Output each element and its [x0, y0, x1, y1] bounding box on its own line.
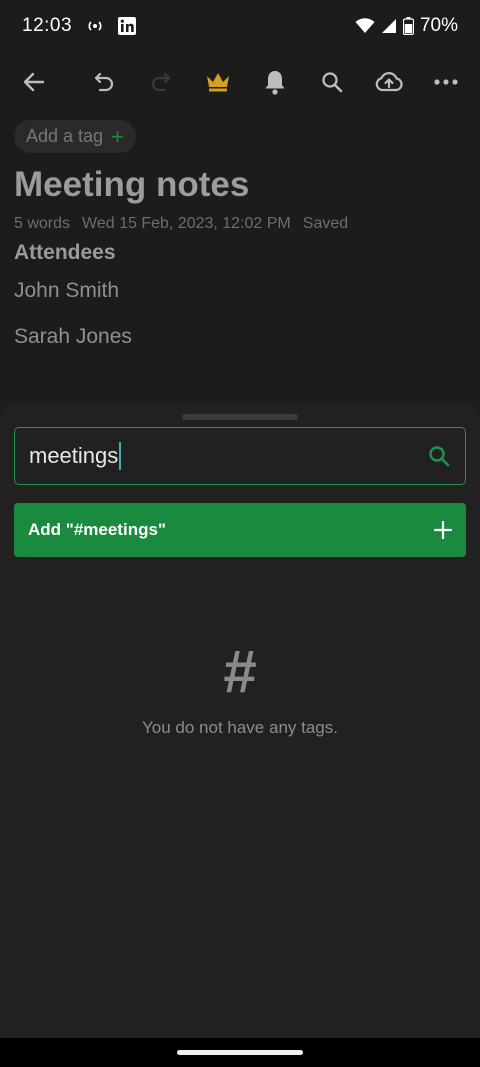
more-icon	[434, 79, 458, 85]
note-date: Wed 15 Feb, 2023, 12:02 PM	[82, 215, 291, 232]
status-right: 70%	[355, 15, 458, 37]
plus-icon	[434, 521, 452, 539]
redo-icon	[151, 72, 171, 92]
cloud-upload-icon	[375, 72, 403, 92]
note-heading: Attendees	[14, 241, 116, 264]
home-gesture-handle[interactable]	[177, 1050, 303, 1055]
tag-search-field[interactable]: meetings	[14, 427, 466, 485]
tag-search-value: meetings	[29, 443, 119, 468]
system-nav-bar	[0, 1038, 480, 1067]
note-line: Sarah Jones	[14, 325, 132, 348]
premium-button[interactable]	[198, 62, 238, 102]
bell-icon	[265, 71, 285, 95]
tag-search-input[interactable]: meetings	[29, 442, 427, 470]
add-tag-button[interactable]: Add "#meetings"	[14, 503, 466, 557]
note-title[interactable]: Meeting notes	[14, 165, 466, 205]
undo-button[interactable]	[84, 62, 124, 102]
wifi-icon	[355, 18, 375, 34]
toolbar-actions	[84, 62, 466, 102]
note-line: John Smith	[14, 279, 120, 302]
status-left: 12:03	[22, 15, 137, 37]
back-button[interactable]	[14, 62, 54, 102]
screen: 12:03 70% Add a tag + Meeting notes 5 wo…	[0, 0, 480, 1067]
save-status: Saved	[302, 215, 349, 232]
undo-icon	[94, 72, 114, 92]
text-cursor	[119, 442, 122, 470]
add-tag-chip[interactable]: Add a tag +	[14, 120, 136, 153]
empty-state-text: You do not have any tags.	[142, 718, 338, 737]
reminder-button[interactable]	[255, 62, 295, 102]
add-tag-label: Add a tag	[26, 126, 104, 146]
linkedin-icon	[118, 17, 137, 35]
note-body[interactable]: Attendees John Smith Sarah Jones	[14, 241, 466, 349]
plus-icon: +	[111, 123, 124, 149]
editor-toolbar	[0, 52, 480, 112]
note-meta: 5 words Wed 15 Feb, 2023, 12:02 PM Saved	[14, 215, 466, 233]
sheet-drag-handle[interactable]	[182, 414, 298, 420]
battery-percent: 70%	[419, 15, 458, 36]
search-button[interactable]	[312, 62, 352, 102]
back-arrow-icon	[23, 72, 45, 92]
signal-icon	[381, 18, 397, 34]
status-time: 12:03	[22, 15, 73, 36]
crown-icon	[207, 73, 229, 92]
word-count: 5 words	[14, 215, 71, 232]
status-bar: 12:03 70%	[0, 0, 480, 52]
more-options-button[interactable]	[426, 62, 466, 102]
hotspot-icon	[86, 19, 104, 33]
search-icon[interactable]	[427, 444, 451, 468]
note-content: Add a tag + Meeting notes 5 words Wed 15…	[14, 120, 466, 371]
tag-bottom-sheet: meetings Add "#meetings" # You do not ha…	[0, 402, 480, 1038]
search-icon	[322, 72, 343, 93]
empty-state: # You do not have any tags.	[0, 642, 480, 738]
hashtag-icon: #	[223, 638, 257, 705]
add-tag-button-label: Add "#meetings"	[28, 520, 166, 539]
sync-button[interactable]	[369, 62, 409, 102]
battery-icon	[402, 17, 414, 35]
redo-button[interactable]	[141, 62, 181, 102]
